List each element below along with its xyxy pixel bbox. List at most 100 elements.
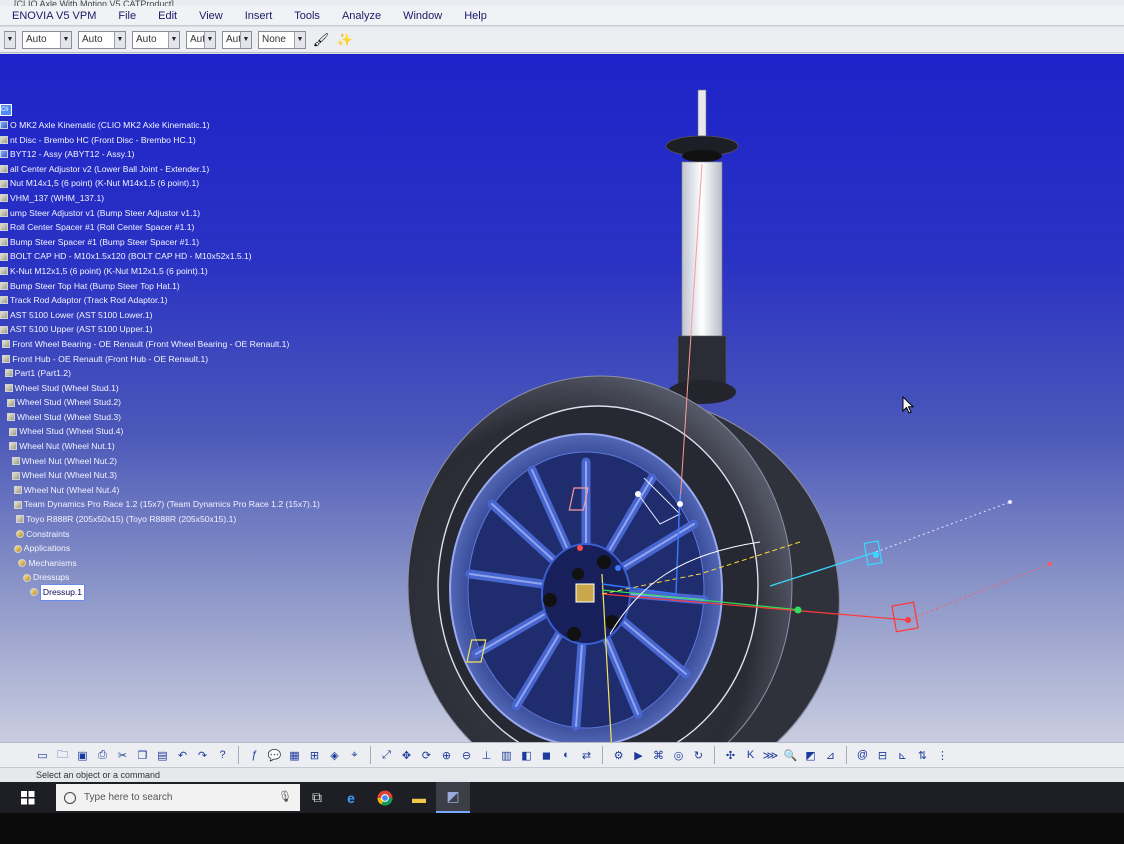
more-icon[interactable]: ⋮ bbox=[934, 747, 951, 764]
menu-window[interactable]: Window bbox=[392, 10, 453, 22]
pan-icon[interactable]: ✥ bbox=[398, 747, 415, 764]
new-document-icon[interactable]: ▭ bbox=[34, 747, 51, 764]
tree-node[interactable]: Wheel Stud (Wheel Stud.3) bbox=[0, 410, 340, 425]
tree-node[interactable]: K-Nut M12x1,5 (6 point) (K-Nut M12x1,5 (… bbox=[0, 264, 340, 279]
edge-browser-icon[interactable]: e bbox=[334, 782, 368, 813]
mechanism-icon[interactable]: ⚙ bbox=[610, 747, 627, 764]
swap-visible-icon[interactable]: ⇄ bbox=[578, 747, 595, 764]
tree-node[interactable]: all Center Adjustor v2 (Lower Ball Joint… bbox=[0, 162, 340, 177]
layer-combo[interactable]: None ▼ bbox=[258, 30, 306, 49]
transparency-combo[interactable]: Auto ▼ bbox=[78, 30, 126, 49]
multi-view-icon[interactable]: ▥ bbox=[498, 747, 515, 764]
zoom-out-icon[interactable]: ⊖ bbox=[458, 747, 475, 764]
wheel-assembly-model[interactable] bbox=[380, 74, 1100, 742]
tree-node[interactable]: Mechanisms bbox=[0, 556, 340, 571]
redo-icon[interactable]: ↷ bbox=[194, 747, 211, 764]
tree-node[interactable]: Track Rod Adaptor (Track Rod Adaptor.1) bbox=[0, 293, 340, 308]
tree-node[interactable]: Front Hub - OE Renault (Front Hub - OE R… bbox=[0, 352, 340, 367]
comment-icon[interactable]: 💬 bbox=[266, 747, 283, 764]
simulation-icon[interactable]: ▶ bbox=[630, 747, 647, 764]
tree-node[interactable]: Wheel Nut (Wheel Nut.1) bbox=[0, 439, 340, 454]
table-icon[interactable]: ▦ bbox=[286, 747, 303, 764]
tree-node[interactable]: AST 5100 Lower (AST 5100 Lower.1) bbox=[0, 308, 340, 323]
tree-node[interactable]: Constraints bbox=[0, 527, 340, 542]
spiral-icon[interactable]: @ bbox=[854, 747, 871, 764]
tree-node[interactable]: Front Wheel Bearing - OE Renault (Front … bbox=[0, 337, 340, 352]
formula-icon[interactable]: ƒ bbox=[246, 747, 263, 764]
chrome-browser-icon[interactable] bbox=[368, 782, 402, 813]
line-type-combo[interactable]: Aut ▼ bbox=[186, 30, 216, 49]
isometric-view-icon[interactable]: ◧ bbox=[518, 747, 535, 764]
color-combo-stub[interactable]: ▼ bbox=[4, 30, 16, 49]
tree-node[interactable]: Wheel Stud (Wheel Stud.2) bbox=[0, 395, 340, 410]
paste-icon[interactable]: ▤ bbox=[154, 747, 171, 764]
shading-icon[interactable]: ◼ bbox=[538, 747, 555, 764]
copy-icon[interactable]: ❐ bbox=[134, 747, 151, 764]
tree-node[interactable]: Wheel Stud (Wheel Stud.1) bbox=[0, 381, 340, 396]
tree-node[interactable]: Bump Steer Spacer #1 (Bump Steer Spacer … bbox=[0, 235, 340, 250]
material-icon[interactable]: ◩ bbox=[802, 747, 819, 764]
point-type-combo[interactable]: Aut ▼ bbox=[222, 30, 252, 49]
menu-view[interactable]: View bbox=[188, 10, 234, 22]
tree-node[interactable]: VHM_137 (WHM_137.1) bbox=[0, 191, 340, 206]
menu-help[interactable]: Help bbox=[453, 10, 498, 22]
apply-material-icon[interactable]: ⊿ bbox=[822, 747, 839, 764]
menu-tools[interactable]: Tools bbox=[283, 10, 331, 22]
menu-file[interactable]: File bbox=[107, 10, 147, 22]
tree-node[interactable]: Dressups bbox=[0, 570, 340, 585]
undo-icon[interactable]: ↶ bbox=[174, 747, 191, 764]
rotate-icon[interactable]: ⟳ bbox=[418, 747, 435, 764]
fit-all-icon[interactable]: ⤢ bbox=[378, 747, 395, 764]
catia-taskbar-icon[interactable]: ◩ bbox=[436, 782, 470, 813]
tree-node[interactable]: Dressup.1 bbox=[0, 584, 340, 601]
tree-node[interactable]: Wheel Nut (Wheel Nut.3) bbox=[0, 468, 340, 483]
tree-node[interactable]: BOLT CAP HD - M10x1.5x120 (BOLT CAP HD -… bbox=[0, 249, 340, 264]
menu-enovia[interactable]: ENOVIA V5 VPM bbox=[0, 10, 107, 22]
axis-icon[interactable]: ⊾ bbox=[894, 747, 911, 764]
menu-analyze[interactable]: Analyze bbox=[331, 10, 392, 22]
tree-node[interactable]: Wheel Stud (Wheel Stud.4) bbox=[0, 424, 340, 439]
sensor-icon[interactable]: ◎ bbox=[670, 747, 687, 764]
tree-node[interactable]: Applications bbox=[0, 541, 340, 556]
whats-this-icon[interactable]: ? bbox=[214, 747, 231, 764]
cut-icon[interactable]: ✂ bbox=[114, 747, 131, 764]
compass-icon[interactable]: ✣ bbox=[722, 747, 739, 764]
tree-node[interactable]: Part1 (Part1.2) bbox=[0, 366, 340, 381]
tree-node[interactable]: ump Steer Adjustor v1 (Bump Steer Adjust… bbox=[0, 206, 340, 221]
save-icon[interactable]: ▣ bbox=[74, 747, 91, 764]
tree-root-node[interactable]: Cli bbox=[0, 104, 12, 116]
wand-icon[interactable]: ✨ bbox=[336, 31, 354, 49]
normal-view-icon[interactable]: ⊥ bbox=[478, 747, 495, 764]
tree-node[interactable]: Team Dynamics Pro Race 1.2 (15x7) (Team … bbox=[0, 497, 340, 512]
tree-node[interactable]: AST 5100 Upper (AST 5100 Upper.1) bbox=[0, 322, 340, 337]
open-folder-icon[interactable]: 🗀 bbox=[54, 747, 71, 764]
sort-icon[interactable]: ⇅ bbox=[914, 747, 931, 764]
menu-edit[interactable]: Edit bbox=[147, 10, 188, 22]
tree-node[interactable]: Bump Steer Top Hat (Bump Steer Top Hat.1… bbox=[0, 279, 340, 294]
line-thickness-combo[interactable]: Auto ▼ bbox=[132, 30, 180, 49]
taskbar-search-box[interactable]: Type here to search 🎙 bbox=[56, 784, 300, 811]
menu-insert[interactable]: Insert bbox=[234, 10, 284, 22]
explode-icon[interactable]: ⋙ bbox=[762, 747, 779, 764]
microphone-icon[interactable]: 🎙 bbox=[278, 790, 292, 803]
catalog-icon[interactable]: ⊞ bbox=[306, 747, 323, 764]
measure-icon[interactable]: ⌖ bbox=[346, 747, 363, 764]
search-icon[interactable]: 🔍 bbox=[782, 747, 799, 764]
task-view-icon[interactable]: ⧉ bbox=[300, 782, 334, 813]
grid-icon[interactable]: ⊟ bbox=[874, 747, 891, 764]
tree-node[interactable]: Wheel Nut (Wheel Nut.2) bbox=[0, 454, 340, 469]
tree-node[interactable]: BYT12 - Assy (ABYT12 - Assy.1) bbox=[0, 147, 340, 162]
3d-viewport[interactable]: O MK2 Axle Kinematic (CLIO MK2 Axle Kine… bbox=[0, 54, 1124, 742]
color-combo[interactable]: Auto ▼ bbox=[22, 30, 72, 49]
tree-node[interactable]: O MK2 Axle Kinematic (CLIO MK2 Axle Kine… bbox=[0, 118, 340, 133]
file-explorer-icon[interactable]: ▬ bbox=[402, 782, 436, 813]
joint-icon[interactable]: ⌘ bbox=[650, 747, 667, 764]
print-icon[interactable]: ⎙ bbox=[94, 747, 111, 764]
zoom-in-icon[interactable]: ⊕ bbox=[438, 747, 455, 764]
windows-start-button[interactable] bbox=[0, 782, 56, 813]
tree-node[interactable]: Roll Center Spacer #1 (Roll Center Space… bbox=[0, 220, 340, 235]
tree-node[interactable]: Wheel Nut (Wheel Nut.4) bbox=[0, 483, 340, 498]
hide-show-icon[interactable]: ◐ bbox=[558, 747, 575, 764]
fixed-part-icon[interactable]: K bbox=[742, 747, 759, 764]
painter-icon[interactable]: 🖌 bbox=[312, 31, 330, 49]
